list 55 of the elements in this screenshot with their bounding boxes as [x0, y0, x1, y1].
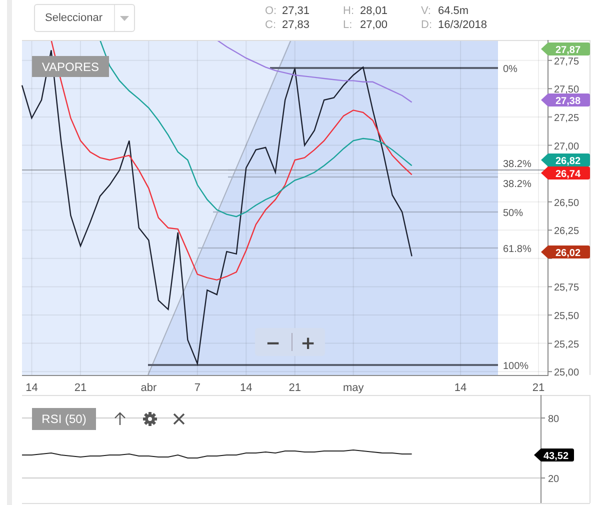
fibonacci-label: 61.8%: [503, 244, 532, 255]
axis-label: 27,75: [554, 56, 580, 68]
axis-label: 27,50: [554, 84, 580, 96]
settings-icon[interactable]: [143, 412, 157, 426]
axis-label: 14: [454, 382, 467, 394]
symbol-select[interactable]: Seleccionar: [34, 4, 135, 32]
axis-label: abr: [140, 382, 157, 394]
zoom-out-button[interactable]: −: [265, 333, 281, 354]
zoom-in-button[interactable]: +: [300, 333, 316, 354]
ohlc-value: 28,01: [360, 4, 388, 18]
axis-label: 25,00: [554, 368, 580, 379]
ohlc-label: L:: [343, 18, 353, 32]
fibonacci-label: 38.2%: [503, 159, 532, 170]
axis-label: 80: [548, 414, 560, 425]
ohlc-label: H:: [343, 4, 353, 18]
price-tag-value: 26,02: [555, 248, 581, 259]
ohlc-value: 27,83: [282, 18, 310, 32]
ohlc-value: 64.5m: [438, 4, 469, 18]
ohlc-value: 16/3/2018: [438, 18, 487, 32]
price-tag-value: 27,87: [555, 45, 581, 56]
axis-label: 21: [288, 382, 301, 394]
symbol-badge: VAPORES: [32, 56, 109, 77]
axis-label: 27,00: [554, 141, 580, 152]
caret-icon: [120, 16, 129, 20]
price-tag-value: 26,74: [555, 169, 581, 180]
axis-label: 26,25: [554, 226, 580, 238]
fibonacci-label: 0%: [503, 64, 518, 75]
ohlc-label: D:: [421, 18, 431, 32]
axis-label: 21: [532, 382, 545, 394]
axis-label: 20: [548, 474, 560, 485]
fibonacci-label: 50%: [503, 208, 524, 219]
fibonacci-label: 100%: [503, 361, 529, 372]
axis-label: 21: [74, 382, 87, 394]
axis-label: 27,25: [554, 112, 580, 124]
ohlc-label: O:: [265, 4, 275, 18]
axis-label: 25,50: [554, 311, 580, 322]
price-tag-value: 26,82: [555, 156, 581, 167]
axis-label: 14: [26, 382, 38, 394]
axis-label: 14: [240, 382, 252, 394]
axis-label: 26,50: [554, 198, 580, 209]
ohlc-label: C:: [265, 18, 275, 32]
ohlc-value: 27,00: [360, 18, 388, 32]
ohlc-label: V:: [421, 4, 431, 18]
price-tag-value: 27,38: [555, 96, 581, 107]
axis-label: 25,25: [554, 339, 580, 350]
fibonacci-label: 38.2%: [503, 179, 532, 190]
indicator-badge: RSI (50): [32, 408, 96, 430]
axis-label: may: [342, 382, 364, 394]
axis-label: 25,75: [554, 282, 580, 294]
arrow-up-icon[interactable]: [114, 412, 126, 426]
axis-label: 7: [194, 382, 200, 394]
zoom-control-panel: [255, 328, 325, 356]
ohlc-value: 27,31: [282, 4, 310, 18]
value-tag: 43,52: [534, 448, 574, 462]
close-icon[interactable]: [173, 413, 185, 425]
